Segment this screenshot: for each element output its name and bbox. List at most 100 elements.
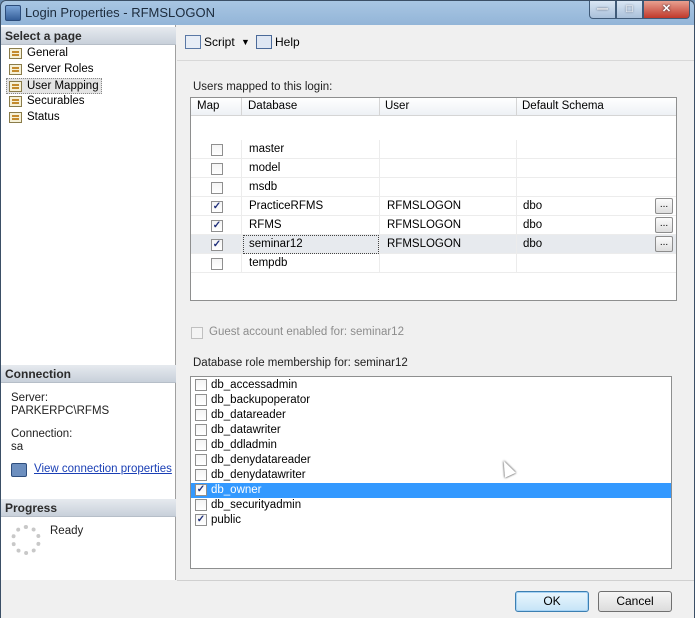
map-checkbox[interactable] [211,144,223,156]
grid-header: Map Database User Default Schema [191,98,676,116]
column-line [379,159,380,178]
list-item-db-accessadmin[interactable]: db_accessadmin [191,378,671,393]
connection-label: Connection: [11,428,73,440]
connection-properties-icon [11,463,27,477]
script-dropdown-arrow-icon[interactable]: ▼ [241,37,250,47]
column-line [516,178,517,197]
table-row[interactable]: tempdb [191,254,676,273]
column-line [241,235,242,254]
column-header-database[interactable]: Database [248,100,297,112]
map-checkbox[interactable]: ✓ [211,239,223,251]
ok-button[interactable]: OK [515,591,589,612]
map-checkbox[interactable]: ✓ [211,220,223,232]
sidebar-item-user-mapping[interactable]: User Mapping [6,78,102,94]
connection-value: sa [11,441,24,453]
script-button[interactable]: Script [185,35,235,49]
list-item-db-datawriter[interactable]: db_datawriter [191,423,671,438]
list-item-db-backupoperator[interactable]: db_backupoperator [191,393,671,408]
role-label: db_accessadmin [211,379,298,391]
column-line [516,159,517,178]
table-row[interactable]: ✓ RFMS RFMSLOGON dbo ... [191,216,676,235]
table-row[interactable]: model [191,159,676,178]
dialog-client-area: Select a page General Server Roles User … [1,25,694,618]
database-cell: model [249,162,281,174]
cancel-button[interactable]: Cancel [598,591,672,612]
left-pane: Select a page General Server Roles User … [1,25,176,580]
view-connection-properties-link[interactable]: View connection properties [34,463,172,475]
maximize-button[interactable]: □ [616,1,643,19]
list-item-db-owner[interactable]: ✓ db_owner [191,483,671,498]
script-icon [185,35,201,49]
column-line [379,178,380,197]
users-mapped-grid[interactable]: Map Database User Default Schema master … [190,97,677,301]
close-button[interactable]: ✕ [643,1,690,19]
help-button[interactable]: Help [256,35,300,49]
role-checkbox[interactable]: ✓ [195,514,207,526]
list-item-db-ddladmin[interactable]: db_ddladmin [191,438,671,453]
app-icon [5,5,21,21]
server-value: PARKERPC\RFMS [11,405,110,417]
role-checkbox[interactable] [195,439,207,451]
table-row[interactable]: ✓ PracticeRFMS RFMSLOGON dbo ... [191,197,676,216]
schema-cell: dbo [523,200,543,212]
role-checkbox[interactable] [195,424,207,436]
role-label: db_datawriter [211,424,281,436]
role-checkbox[interactable] [195,499,207,511]
column-header-user[interactable]: User [385,100,409,112]
role-checkbox[interactable] [195,379,207,391]
table-row-selected[interactable]: ✓ seminar12 RFMSLOGON dbo ... [191,235,676,254]
column-line [241,159,242,178]
sidebar-item-label: Server Roles [27,63,94,75]
role-label: db_securityadmin [211,499,302,511]
browse-schema-button[interactable]: ... [655,217,673,233]
sidebar-item-securables[interactable]: Securables [7,94,85,110]
column-header-default-schema[interactable]: Default Schema [522,100,604,112]
column-line [516,254,517,273]
column-line [241,178,242,197]
database-cell: tempdb [249,257,288,269]
role-label: db_ddladmin [211,439,277,451]
title-bar[interactable]: Login Properties - RFMSLOGON — □ ✕ [1,1,694,25]
help-label: Help [275,35,300,49]
column-line [516,216,517,235]
map-checkbox[interactable] [211,163,223,175]
sidebar-item-general[interactable]: General [7,46,68,62]
database-cell: master [249,143,285,155]
minimize-button[interactable]: — [589,1,616,19]
browse-schema-button[interactable]: ... [655,198,673,214]
role-checkbox[interactable]: ✓ [195,484,207,496]
table-row[interactable]: master [191,140,676,159]
column-line [379,235,380,254]
role-checkbox[interactable] [195,394,207,406]
connection-header: Connection [1,365,176,383]
guest-account-checkbox[interactable] [191,327,203,339]
column-line [241,254,242,273]
role-membership-list[interactable]: db_accessadmin db_backupoperator db_data… [190,376,672,569]
list-item-db-denydatareader[interactable]: db_denydatareader [191,453,671,468]
column-header-map[interactable]: Map [197,100,219,112]
footer-divider [177,580,694,581]
list-item-db-securityadmin[interactable]: db_securityadmin [191,498,671,513]
browse-schema-button[interactable]: ... [655,236,673,252]
list-item-public[interactable]: ✓ public [191,513,671,528]
list-item-db-denydatawriter[interactable]: db_denydatawriter [191,468,671,483]
role-checkbox[interactable] [195,454,207,466]
select-page-header: Select a page [1,27,176,45]
minimize-icon: — [597,3,608,15]
role-checkbox[interactable] [195,469,207,481]
role-checkbox[interactable] [195,409,207,421]
list-item-db-datareader[interactable]: db_datareader [191,408,671,423]
page-icon [9,81,22,92]
map-checkbox[interactable] [211,182,223,194]
map-checkbox[interactable]: ✓ [211,201,223,213]
column-line [379,140,380,159]
sidebar-item-status[interactable]: Status [7,110,60,126]
toolbar-divider [177,60,694,61]
table-row[interactable]: msdb [191,178,676,197]
sidebar-item-server-roles[interactable]: Server Roles [7,62,93,78]
role-label: public [211,514,242,526]
sidebar-item-label: Securables [27,95,85,107]
progress-spinner-icon [11,525,41,555]
column-divider [516,98,517,116]
map-checkbox[interactable] [211,258,223,270]
